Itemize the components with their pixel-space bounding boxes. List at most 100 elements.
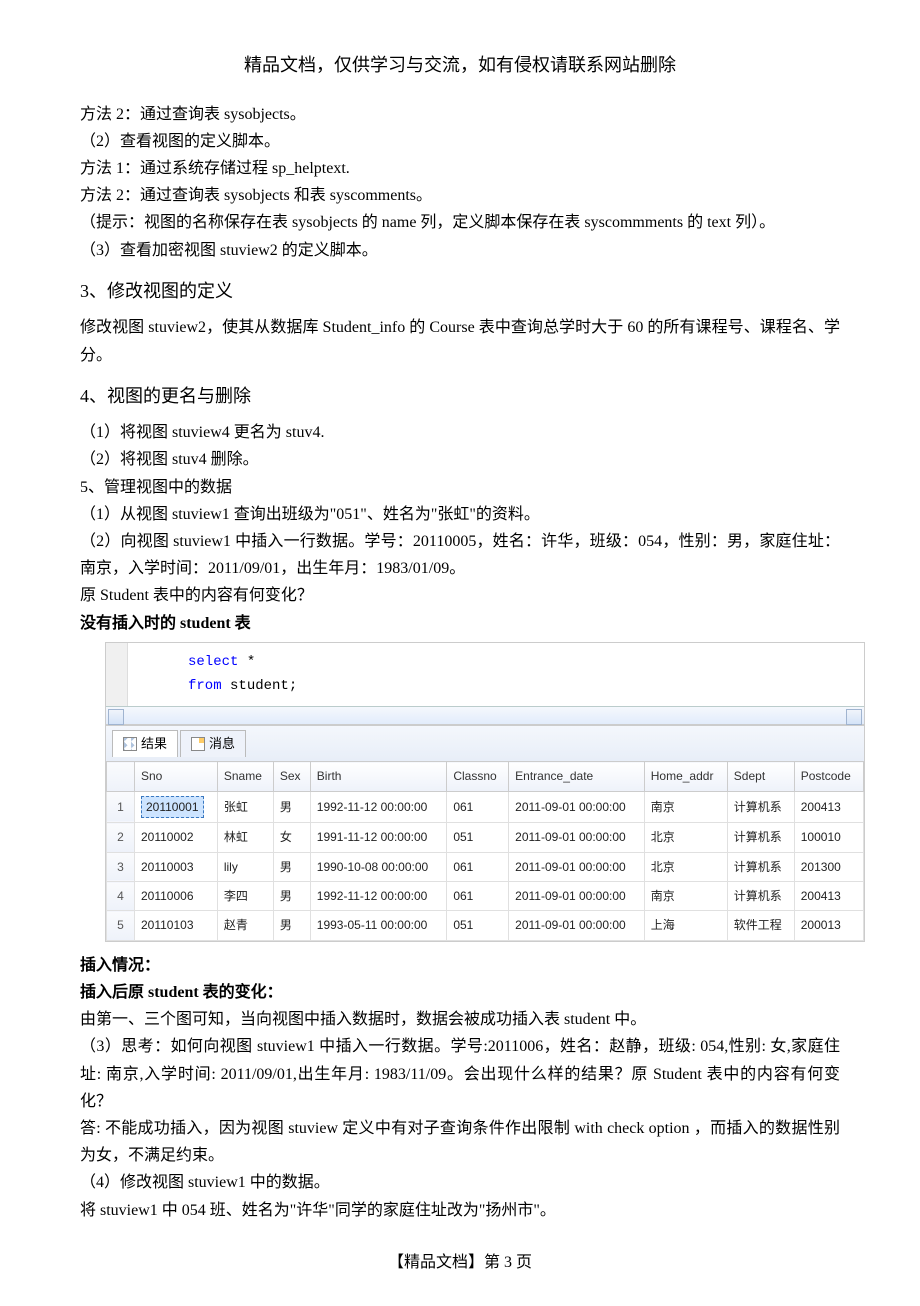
table-row[interactable]: 1 20110001 张虹 男 1992-11-12 00:00:00 061 … <box>107 791 864 822</box>
cell: 20110001 <box>135 791 218 822</box>
paragraph-bold: 插入情况： <box>80 952 840 979</box>
paragraph: 方法 2：通过查询表 sysobjects 和表 syscomments。 <box>80 182 840 209</box>
cell: lily <box>217 852 273 881</box>
paragraph: （3）思考：如何向视图 stuview1 中插入一行数据。学号:2011006，… <box>80 1033 840 1115</box>
paragraph: （2）将视图 stuv4 删除。 <box>80 446 840 473</box>
cell: 软件工程 <box>727 911 794 940</box>
cell: 201300 <box>794 852 863 881</box>
sql-code-block[interactable]: select * from student; <box>128 643 357 707</box>
col-rownum[interactable] <box>107 762 135 791</box>
cell-rownum: 3 <box>107 852 135 881</box>
cell: 林虹 <box>217 823 273 852</box>
paragraph: 方法 1：通过系统存储过程 sp_helptext. <box>80 155 840 182</box>
paragraph: （1）从视图 stuview1 查询出班级为"051"、姓名为"张虹"的资料。 <box>80 501 840 528</box>
paragraph-bold: 插入后原 student 表的变化： <box>80 979 840 1006</box>
cell: 1991-11-12 00:00:00 <box>310 823 447 852</box>
paragraph: 方法 2：通过查询表 sysobjects。 <box>80 101 840 128</box>
tab-label: 消息 <box>209 733 235 755</box>
horizontal-scrollbar[interactable] <box>106 706 864 724</box>
sql-gutter <box>106 643 128 707</box>
paragraph: 由第一、三个图可知，当向视图中插入数据时，数据会被成功插入表 student 中… <box>80 1006 840 1033</box>
paragraph-bold: 没有插入时的 student 表 <box>80 610 840 637</box>
paragraph: 修改视图 stuview2，使其从数据库 Student_info 的 Cour… <box>80 314 840 368</box>
paragraph: 答: 不能成功插入，因为视图 stuview 定义中有对子查询条件作出限制 wi… <box>80 1115 840 1169</box>
cell: 20110002 <box>135 823 218 852</box>
results-panel: 结果 消息 Sno Sname Sex Birth Classno Entran… <box>105 725 865 941</box>
cell: 上海 <box>644 911 727 940</box>
cell: 100010 <box>794 823 863 852</box>
cell: 男 <box>273 882 310 911</box>
cell: 20110003 <box>135 852 218 881</box>
table-row[interactable]: 5 20110103 赵青 男 1993-05-11 00:00:00 051 … <box>107 911 864 940</box>
cell: 20110006 <box>135 882 218 911</box>
col-sname[interactable]: Sname <box>217 762 273 791</box>
sql-keyword: select <box>188 654 238 670</box>
paragraph: 5、管理视图中的数据 <box>80 474 840 501</box>
cell: 男 <box>273 791 310 822</box>
table-row[interactable]: 2 20110002 林虹 女 1991-11-12 00:00:00 051 … <box>107 823 864 852</box>
paragraph: （2）向视图 stuview1 中插入一行数据。学号：20110005，姓名：许… <box>80 528 840 582</box>
cell: 200013 <box>794 911 863 940</box>
cell: 南京 <box>644 791 727 822</box>
sql-text: student; <box>222 678 298 694</box>
table-row[interactable]: 3 20110003 lily 男 1990-10-08 00:00:00 06… <box>107 852 864 881</box>
grid-icon <box>123 737 137 751</box>
col-sex[interactable]: Sex <box>273 762 310 791</box>
cell: 1992-11-12 00:00:00 <box>310 882 447 911</box>
cell: 李四 <box>217 882 273 911</box>
cell: 2011-09-01 00:00:00 <box>509 911 645 940</box>
cell-rownum: 2 <box>107 823 135 852</box>
paragraph: （提示：视图的名称保存在表 sysobjects 的 name 列，定义脚本保存… <box>80 209 840 236</box>
cell: 051 <box>447 823 509 852</box>
col-homeaddr[interactable]: Home_addr <box>644 762 727 791</box>
paragraph: （1）将视图 stuview4 更名为 stuv4. <box>80 419 840 446</box>
cell: 女 <box>273 823 310 852</box>
col-sno[interactable]: Sno <box>135 762 218 791</box>
cell: 1990-10-08 00:00:00 <box>310 852 447 881</box>
sql-keyword: from <box>188 678 222 694</box>
results-tab-bar: 结果 消息 <box>106 725 864 761</box>
cell-rownum: 4 <box>107 882 135 911</box>
cell: 061 <box>447 882 509 911</box>
tab-results[interactable]: 结果 <box>112 730 178 757</box>
cell: 计算机系 <box>727 791 794 822</box>
sql-text: * <box>238 654 255 670</box>
cell: 200413 <box>794 882 863 911</box>
page-footer: 【精品文档】第 3 页 <box>80 1249 840 1276</box>
cell: 赵青 <box>217 911 273 940</box>
col-classno[interactable]: Classno <box>447 762 509 791</box>
table-row[interactable]: 4 20110006 李四 男 1992-11-12 00:00:00 061 … <box>107 882 864 911</box>
col-sdept[interactable]: Sdept <box>727 762 794 791</box>
cell: 061 <box>447 791 509 822</box>
results-table: Sno Sname Sex Birth Classno Entrance_dat… <box>106 761 864 940</box>
cell: 南京 <box>644 882 727 911</box>
cell: 200413 <box>794 791 863 822</box>
cell: 计算机系 <box>727 852 794 881</box>
paragraph: （4）修改视图 stuview1 中的数据。 <box>80 1169 840 1196</box>
active-cell[interactable]: 20110001 <box>141 796 204 818</box>
cell: 2011-09-01 00:00:00 <box>509 791 645 822</box>
cell: 张虹 <box>217 791 273 822</box>
page-header: 精品文档，仅供学习与交流，如有侵权请联系网站删除 <box>80 50 840 81</box>
cell: 计算机系 <box>727 882 794 911</box>
section-title-3: 3、修改视图的定义 <box>80 276 840 307</box>
cell: 北京 <box>644 852 727 881</box>
section-title-4: 4、视图的更名与删除 <box>80 381 840 412</box>
col-entrance[interactable]: Entrance_date <box>509 762 645 791</box>
cell: 061 <box>447 852 509 881</box>
paragraph: （3）查看加密视图 stuview2 的定义脚本。 <box>80 237 840 264</box>
cell: 1993-05-11 00:00:00 <box>310 911 447 940</box>
cell-rownum: 1 <box>107 791 135 822</box>
col-birth[interactable]: Birth <box>310 762 447 791</box>
paragraph: （2）查看视图的定义脚本。 <box>80 128 840 155</box>
table-header-row: Sno Sname Sex Birth Classno Entrance_dat… <box>107 762 864 791</box>
cell: 051 <box>447 911 509 940</box>
cell: 计算机系 <box>727 823 794 852</box>
cell: 男 <box>273 911 310 940</box>
paragraph: 原 Student 表中的内容有何变化？ <box>80 582 840 609</box>
col-postcode[interactable]: Postcode <box>794 762 863 791</box>
tab-messages[interactable]: 消息 <box>180 730 246 757</box>
tab-label: 结果 <box>141 733 167 755</box>
cell: 北京 <box>644 823 727 852</box>
paragraph: 将 stuview1 中 054 班、姓名为"许华"同学的家庭住址改为"扬州市"… <box>80 1197 840 1224</box>
